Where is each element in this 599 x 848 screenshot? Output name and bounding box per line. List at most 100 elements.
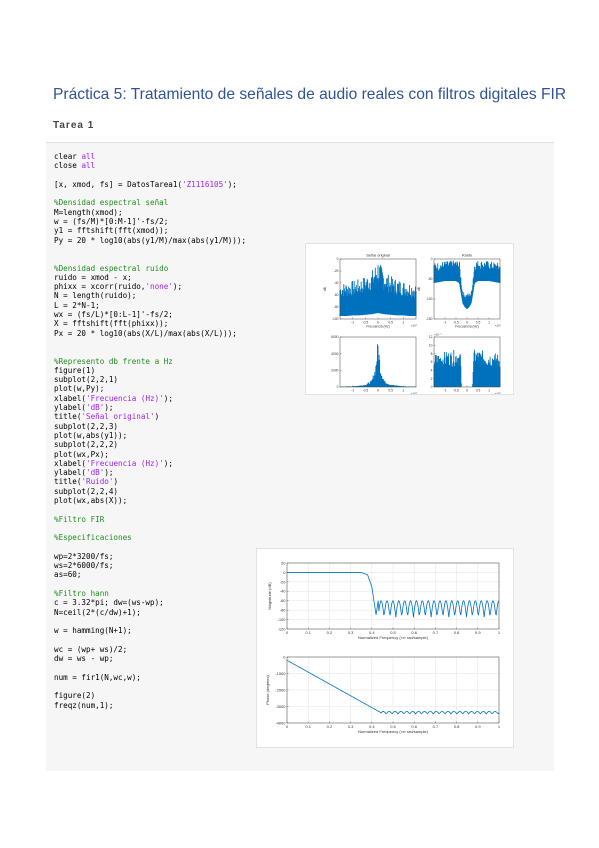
- x-tick-label: 0.1: [305, 630, 311, 635]
- y-tick-label: 12: [429, 335, 433, 339]
- x-tick-label: 0.7: [433, 724, 439, 729]
- x-tick-label: 0: [286, 630, 289, 635]
- chart-panel-1: -1 -0.5 0 0.5 10-50-100-150RuidoFrecuencia (…: [417, 253, 502, 329]
- x-exponent: ×10⁴: [495, 392, 502, 394]
- code-token: w = hamming(N+1);: [54, 626, 132, 636]
- code-line: %Densidad espectral ruido: [54, 264, 246, 273]
- figure-2-freqz: 0 0.1 0.2 0.3 0.4 0.5 0.6 0.7 0.8 0.9 1 20 0 -20 -40 -6…: [256, 548, 514, 748]
- y-tick-label: -100: [277, 617, 286, 622]
- x-exponent: ×10⁴: [411, 324, 418, 328]
- code-line: xlabel('Frecuencia (Hz)');: [54, 459, 246, 468]
- code-comment: %Especificaciones: [54, 533, 132, 543]
- x-exponent: ×10⁴: [495, 324, 502, 328]
- code-token: xlabel(: [54, 393, 87, 403]
- y-tick-label: 2: [431, 377, 433, 381]
- code-token: Py = 20 * log10(abs(y1/M)/max(abs(y1/M))…: [54, 235, 247, 245]
- code-token: subplot(2,2,1): [54, 375, 119, 385]
- y-tick-label: -40: [280, 589, 287, 594]
- code-line: %Represento db frente a Hz: [54, 357, 246, 366]
- code-token: c = 3.32*pi; dw=(ws-wp);: [54, 598, 164, 608]
- code-token: );: [104, 403, 114, 413]
- x-tick-label: 0: [377, 388, 379, 392]
- code-token: as=60;: [54, 570, 82, 580]
- code-line: X = fftshift(fft(phixx));: [54, 319, 246, 328]
- y-exponent: ×10⁻⁴: [434, 333, 442, 337]
- x-tick-label: 0.2: [327, 724, 333, 729]
- y-tick-label: -80: [280, 608, 287, 613]
- code-string: 'Frecuencia (Hz)': [86, 458, 164, 468]
- y-tick-label: -120: [277, 626, 286, 631]
- y-tick-label: 4: [431, 368, 433, 372]
- x-tick-label: -1: [351, 388, 354, 392]
- y-tick-label: -40: [334, 281, 339, 285]
- code-line: %Filtro hann: [54, 589, 246, 598]
- y-tick-label: 10: [429, 343, 433, 347]
- chart-panel-4: 0 0.1 0.2 0.3 0.4 0.5 0.6 0.7 0.8 0.9 1200-20-40-6…: [267, 560, 501, 640]
- code-token: wc = (wp+ ws)/2;: [54, 644, 128, 654]
- x-tick-label: -1: [444, 388, 447, 392]
- code-string: 'none': [145, 282, 173, 292]
- code-token: clear: [54, 152, 82, 161]
- code-line: close all: [54, 161, 246, 170]
- code-line: plot(w,Py);: [54, 384, 246, 393]
- x-tick-label: -0.5: [362, 388, 368, 392]
- x-tick-label: 0.5: [476, 388, 481, 392]
- code-line: wp=2*3200/fs;: [54, 552, 246, 561]
- x-axis-label: Normalized Frequency (×π rad/sample): [358, 635, 429, 640]
- x-tick-label: 0.8: [454, 630, 460, 635]
- x-tick-label: -0.5: [453, 388, 459, 392]
- code-line: plot(w,abs(y1));: [54, 431, 246, 440]
- x-tick-label: 1: [402, 320, 404, 324]
- y-tick-label: -100: [426, 297, 433, 301]
- chart-title: Ruido: [462, 253, 472, 258]
- code-token: M=length(xmod);: [54, 207, 123, 217]
- code-token: plot(w,abs(y1));: [54, 430, 128, 440]
- x-tick-label: 0.3: [348, 724, 354, 729]
- code-comment: %Filtro FIR: [54, 514, 105, 524]
- code-token: plot(wx,Px);: [54, 449, 109, 459]
- code-token: w = (fs/M)*[0:M-1]'-fs/2;: [54, 217, 169, 227]
- code-line: N = length(ruido);: [54, 291, 246, 300]
- y-tick-label: -50: [428, 277, 433, 281]
- y-tick-label: 6000: [331, 335, 339, 339]
- code-line: title('Señal original'): [54, 412, 246, 421]
- x-tick-label: -1: [351, 320, 354, 324]
- code-line: ylabel('dB');: [54, 468, 246, 477]
- y-tick-label: -60: [334, 293, 339, 297]
- code-token: figure(1): [54, 365, 96, 375]
- code-token: subplot(2,2,2): [54, 440, 119, 450]
- code-token: title(: [54, 477, 82, 487]
- code-line: ylabel('dB');: [54, 403, 246, 412]
- code-token: ruido = xmod - x;: [54, 272, 132, 282]
- series-band-2: [339, 344, 417, 387]
- y-tick-label: 4000: [331, 352, 339, 356]
- code-line: %Filtro FIR: [54, 515, 246, 524]
- figure-1-spectra: -1 -0.5 0 0.5 1 0 -20 -40 -60 -80 -100 Señal origin…: [305, 243, 514, 396]
- code-string: all: [81, 152, 96, 161]
- series-band-1: [433, 260, 501, 309]
- y-tick-label: 20: [281, 560, 286, 565]
- code-line: L = 2*N-1;: [54, 301, 246, 310]
- figure-1-svg: -1 -0.5 0 0.5 10-20-40-60-80-100Señal origin…: [323, 253, 502, 396]
- code-line: ws=2*6000/fs;: [54, 561, 246, 570]
- x-tick-label: 0: [286, 724, 289, 729]
- code-line: plot(wx,Px);: [54, 450, 246, 459]
- y-axis-label: dB: [323, 286, 327, 291]
- y-tick-label: 0: [337, 385, 339, 389]
- x-tick-label: 0.3: [348, 630, 354, 635]
- code-token: );: [163, 458, 173, 468]
- code-token: plot(wx,abs(X));: [54, 495, 128, 505]
- x-tick-label: 1: [402, 388, 404, 392]
- code-token: );: [163, 393, 173, 403]
- page-title: Práctica 5: Tratamiento de señales de au…: [53, 86, 567, 103]
- y-tick-label: 8: [431, 352, 433, 356]
- code-line: plot(wx,abs(X));: [54, 496, 246, 505]
